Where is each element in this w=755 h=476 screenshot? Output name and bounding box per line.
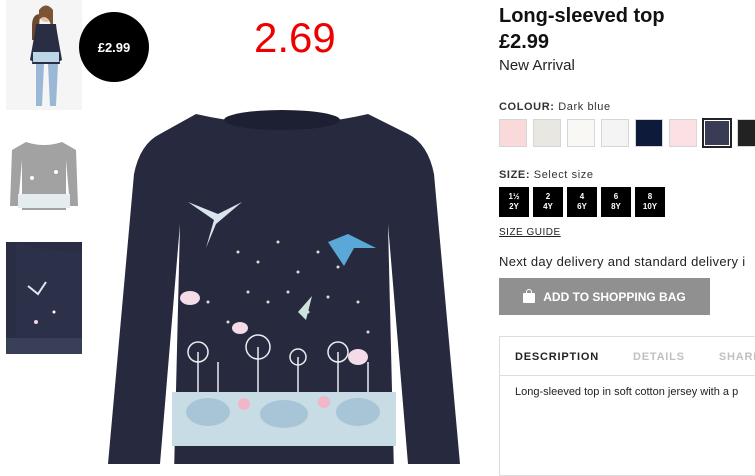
thumbnail-grey-top[interactable]	[6, 132, 82, 214]
size-option-button[interactable]: 6 8Y	[601, 187, 631, 217]
product-tabs-panel: DESCRIPTION DETAILS SHARE Long-sleeved t…	[499, 336, 755, 476]
model-photo-icon	[6, 0, 82, 110]
tab-description[interactable]: DESCRIPTION	[515, 337, 599, 375]
shopping-bag-icon	[523, 288, 536, 303]
new-arrival-tag: New Arrival	[499, 57, 575, 74]
thumbnail-detail[interactable]	[6, 242, 82, 354]
colour-swatch[interactable]	[567, 119, 595, 147]
tab-bar: DESCRIPTION DETAILS SHARE	[500, 337, 755, 376]
colour-swatch[interactable]	[635, 119, 663, 147]
main-product-image	[108, 102, 460, 474]
tab-share[interactable]: SHARE	[719, 337, 755, 375]
size-option-bottom: 8Y	[611, 202, 621, 211]
product-title: Long-sleeved top	[499, 5, 665, 27]
description-text: Long-sleeved top in soft cotton jersey w…	[515, 386, 739, 398]
long-sleeved-top-illustration	[108, 110, 460, 474]
size-option-button[interactable]: 4 6Y	[567, 187, 597, 217]
add-to-bag-label: ADD TO SHOPPING BAG	[543, 289, 686, 304]
overlay-price: 2.69	[254, 14, 336, 61]
size-options: 1½ 2Y 2 4Y 4 6Y 6 8Y 8 10Y	[499, 187, 669, 217]
size-option-top: 8	[647, 192, 653, 201]
size-option-bottom: 4Y	[543, 202, 553, 211]
size-guide-link[interactable]: SIZE GUIDE	[499, 227, 561, 238]
size-option-top: 2	[545, 192, 551, 201]
colour-swatch[interactable]	[533, 119, 561, 147]
delivery-info: Next day delivery and standard delivery …	[499, 254, 746, 269]
size-option-button[interactable]: 8 10Y	[635, 187, 665, 217]
selected-colour: Dark blue	[558, 101, 611, 113]
thumbnail-model[interactable]	[6, 0, 82, 110]
colour-swatch[interactable]	[669, 119, 697, 147]
colour-swatches	[499, 118, 755, 148]
add-to-bag-button[interactable]: ADD TO SHOPPING BAG	[499, 278, 710, 315]
size-option-bottom: 10Y	[642, 202, 658, 211]
tab-details[interactable]: DETAILS	[633, 337, 685, 375]
colour-swatch[interactable]	[702, 118, 732, 148]
size-option-bottom: 2Y	[509, 202, 519, 211]
detail-photo-icon	[6, 242, 82, 354]
colour-label: COLOUR: Dark blue	[499, 101, 611, 113]
size-option-top: 1½	[508, 192, 520, 201]
size-option-button[interactable]: 2 4Y	[533, 187, 563, 217]
size-label-heading: SIZE:	[499, 169, 531, 181]
size-label: SIZE: Select size	[499, 169, 594, 181]
size-option-top: 6	[613, 192, 619, 201]
size-option-bottom: 6Y	[577, 202, 587, 211]
product-price: £2.99	[499, 31, 550, 53]
grey-top-photo-icon	[10, 142, 78, 210]
colour-swatch[interactable]	[601, 119, 629, 147]
colour-label-heading: COLOUR:	[499, 101, 555, 113]
colour-swatch[interactable]	[737, 119, 755, 147]
price-badge: £2.99	[79, 12, 149, 82]
colour-swatch[interactable]	[499, 119, 527, 147]
size-option-button[interactable]: 1½ 2Y	[499, 187, 529, 217]
size-prompt: Select size	[533, 169, 594, 181]
size-option-top: 4	[579, 192, 585, 201]
